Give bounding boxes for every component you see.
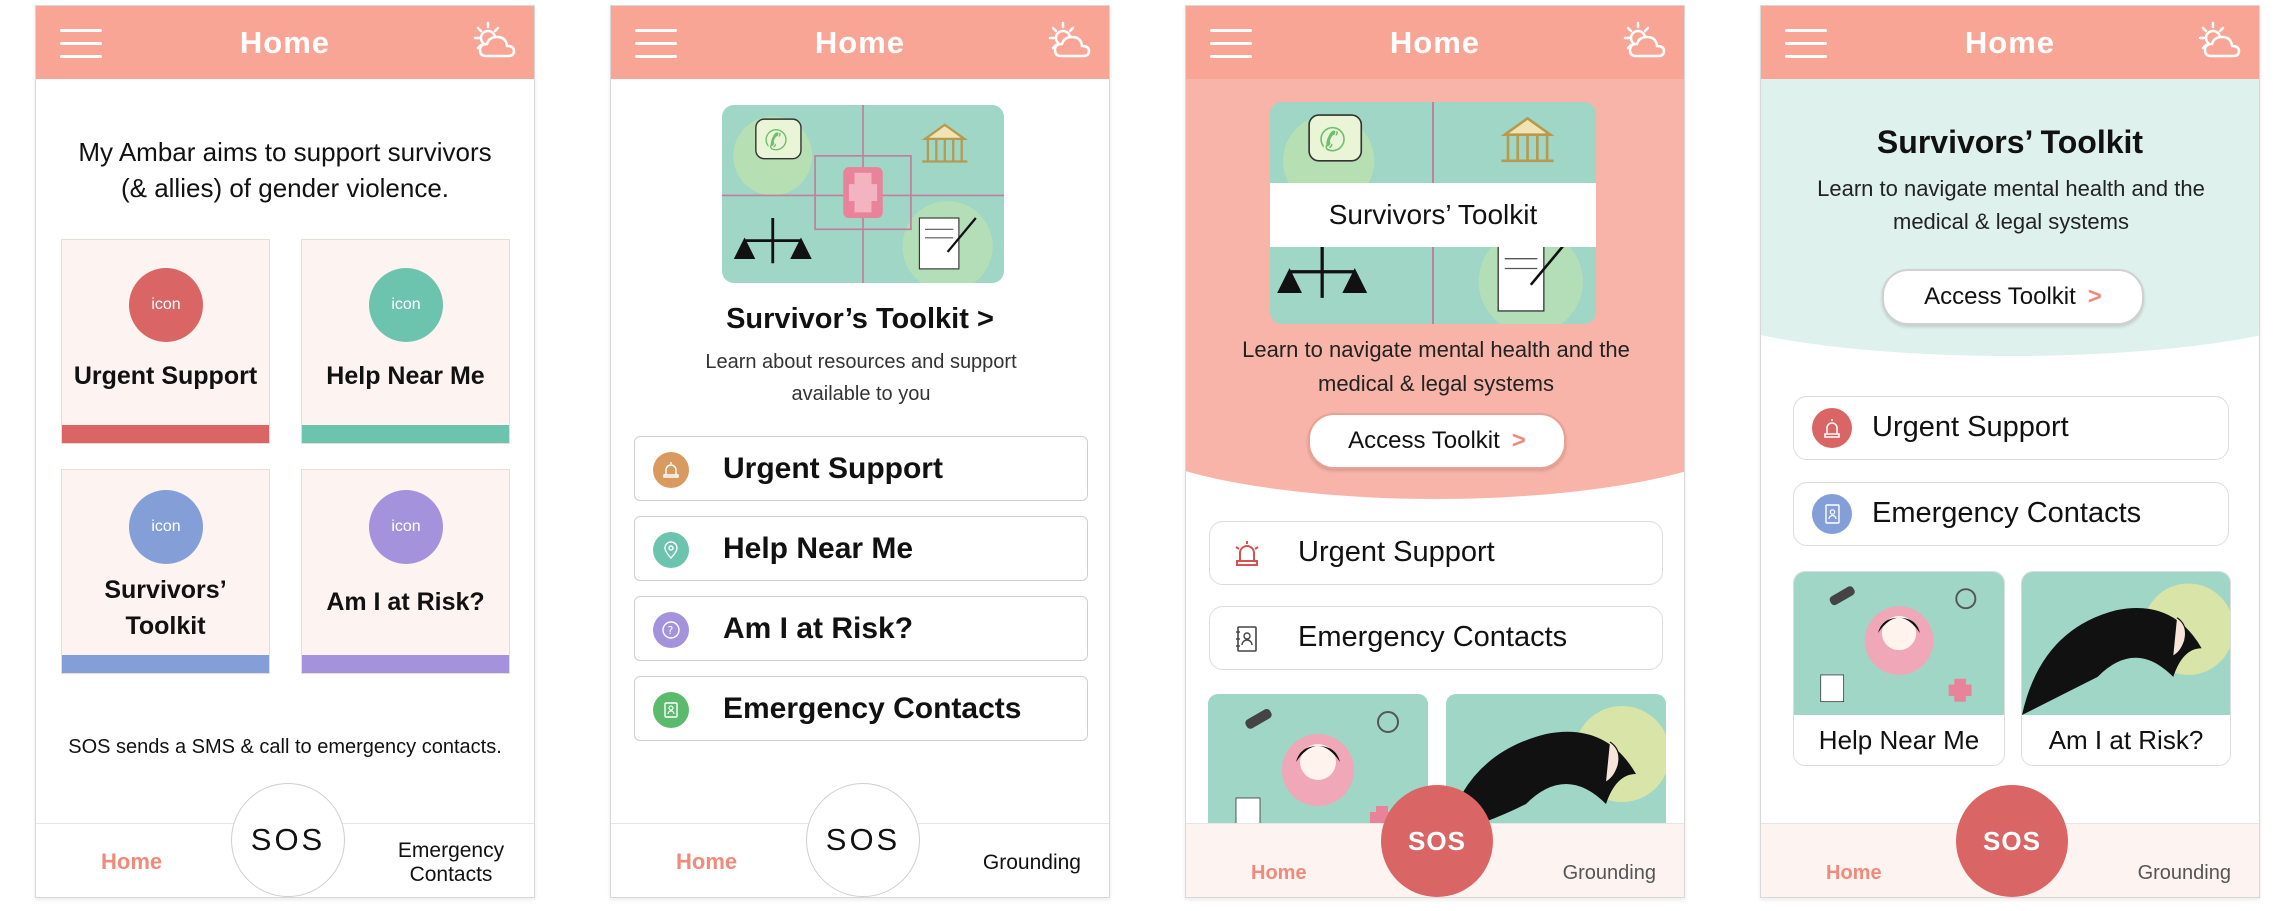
tile-urgent-support[interactable]: icon Urgent Support [61,239,270,444]
weather-icon[interactable] [2197,20,2243,64]
nav-grounding[interactable]: Grounding [983,851,1081,875]
access-toolkit-button[interactable]: Access Toolkit > [1308,413,1566,469]
screen-2: Home ✆ Survivor’s Toolkit > Learn about … [610,5,1110,898]
toolkit-subtitle: Learn about resources and support availa… [705,351,1017,405]
page-title: Home [1964,24,2056,60]
menu-icon[interactable] [60,29,102,58]
toolkit-title[interactable]: Survivors’ Toolkit [1270,183,1596,247]
help-near-me-card[interactable]: Help Near Me [1793,571,2005,766]
tile-label: Urgent Support [73,362,258,390]
tile-help-near-me[interactable]: icon Help Near Me [301,239,510,444]
page-title: Home [814,24,906,60]
contacts-book-icon [1228,620,1266,658]
access-toolkit-label: Access Toolkit [1348,427,1500,454]
am-i-at-risk-illustration [2022,572,2230,715]
intro-text: My Ambar aims to support survivors (& al… [78,137,492,203]
survivors-toolkit-icon: icon [129,490,203,564]
emergency-contacts-button[interactable]: Emergency Contacts [634,676,1088,741]
list-label: Help Near Me [723,532,914,565]
nav-home[interactable]: Home [676,849,737,875]
list-label: Emergency Contacts [723,692,1022,725]
nav-home[interactable]: Home [1826,862,1882,885]
svg-text:✆: ✆ [764,124,788,156]
screen-3: Home ✆ Survivors’ Toolkit Learn to navig… [1185,5,1685,898]
am-i-at-risk-button[interactable]: ? Am I at Risk? [634,596,1088,661]
access-toolkit-label: Access Toolkit [1924,283,2076,310]
menu-icon[interactable] [1785,29,1827,58]
toolkit-title: Survivors’ Toolkit [1876,124,2144,160]
help-near-me-illustration [1794,572,2004,715]
tile-color-bar [302,425,509,443]
contacts-book-icon [653,692,689,728]
card-label: Am I at Risk? [2022,715,2230,765]
page-title: Home [1389,24,1481,60]
list-label: Emergency Contacts [1298,621,1568,653]
sos-note: SOS sends a SMS & call to emergency cont… [68,736,502,758]
list-label: Urgent Support [1872,411,2069,443]
tile-color-bar [62,655,269,673]
card-label: Help Near Me [1794,715,2004,765]
help-near-me-button[interactable]: Help Near Me [634,516,1088,581]
am-i-at-risk-icon: icon [369,490,443,564]
contacts-book-icon [1812,494,1852,534]
tile-label: Survivors’ Toolkit [104,576,227,640]
tile-survivors-toolkit[interactable]: icon Survivors’ Toolkit [61,469,270,674]
location-pin-icon [653,532,689,568]
weather-icon[interactable] [472,20,518,64]
am-i-at-risk-card[interactable]: Am I at Risk? [2021,571,2231,766]
sos-button[interactable]: SOS [1381,785,1493,897]
menu-icon[interactable] [635,29,677,58]
list-label: Am I at Risk? [723,612,914,645]
help-near-me-icon: icon [369,268,443,342]
alarm-icon [653,452,689,488]
list-label: Urgent Support [1298,536,1495,568]
sos-button[interactable]: SOS [1956,785,2068,897]
header: Home [1761,6,2259,79]
alarm-icon [1812,408,1852,448]
urgent-support-button[interactable]: Urgent Support [634,436,1088,501]
alarm-icon [1228,535,1266,573]
weather-icon[interactable] [1622,20,1668,64]
urgent-support-icon: icon [129,268,203,342]
chevron-right-icon: > [1511,427,1526,454]
toolkit-subtitle: Learn to navigate mental health and the … [1817,176,2205,234]
tile-color-bar [302,655,509,673]
list-label: Emergency Contacts [1872,497,2142,529]
tile-am-i-at-risk[interactable]: icon Am I at Risk? [301,469,510,674]
screen-1: Home My Ambar aims to support survivors … [35,5,535,898]
svg-text:?: ? [668,624,674,637]
page-title: Home [239,24,331,60]
header: Home [36,6,534,79]
question-icon: ? [653,612,689,648]
nav-home[interactable]: Home [101,849,162,875]
tile-label: Help Near Me [326,362,485,390]
nav-home[interactable]: Home [1251,862,1307,885]
nav-emergency-contacts[interactable]: Emergency Contacts [386,839,516,887]
list-label: Urgent Support [723,452,943,485]
toolkit-subtitle: Learn to navigate mental health and the … [1242,337,1630,396]
toolkit-illustration: ✆ [722,105,1004,283]
toolkit-title[interactable]: Survivor’s Toolkit > [611,303,1109,336]
urgent-support-button[interactable]: Urgent Support [1209,521,1663,585]
svg-text:✆: ✆ [1319,121,1346,158]
header: Home [611,6,1109,79]
screen-4: Home Survivors’ Toolkit Learn to navigat… [1760,5,2260,898]
emergency-contacts-button[interactable]: Emergency Contacts [1793,482,2229,546]
sos-button[interactable]: SOS [231,783,345,897]
access-toolkit-button[interactable]: Access Toolkit > [1882,269,2144,325]
tile-color-bar [62,425,269,443]
emergency-contacts-button[interactable]: Emergency Contacts [1209,606,1663,670]
menu-icon[interactable] [1210,29,1252,58]
weather-icon[interactable] [1047,20,1093,64]
sos-button[interactable]: SOS [806,783,920,897]
header: Home [1186,6,1684,79]
chevron-right-icon: > [2087,283,2102,310]
nav-grounding[interactable]: Grounding [2138,862,2231,885]
nav-grounding[interactable]: Grounding [1563,862,1656,885]
tile-label: Am I at Risk? [326,588,485,616]
urgent-support-button[interactable]: Urgent Support [1793,396,2229,460]
